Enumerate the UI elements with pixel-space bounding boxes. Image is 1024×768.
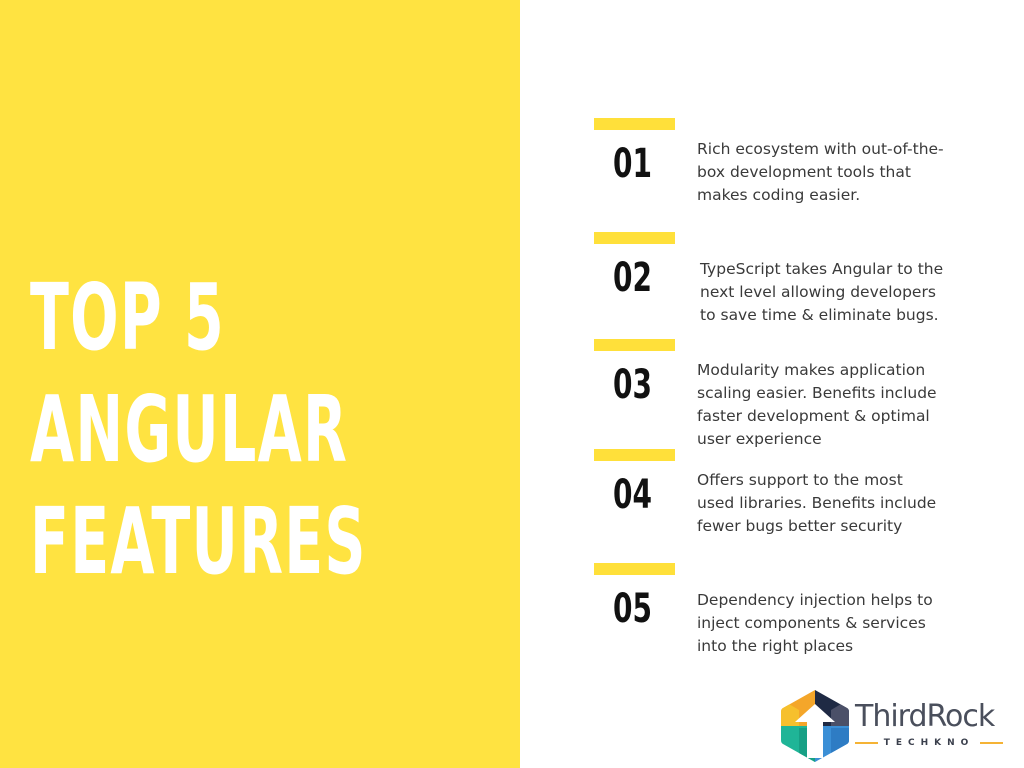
feature-description: Modularity makes application scaling eas… bbox=[697, 359, 957, 451]
feature-description: TypeScript takes Angular to the next lev… bbox=[700, 258, 960, 327]
feature-description-line: Modularity makes application bbox=[697, 361, 926, 379]
headline: TOP 5 ANGULAR FEATURES bbox=[30, 262, 367, 598]
headline-line-2: ANGULAR bbox=[30, 376, 349, 483]
logo-wordmark: ThirdRock bbox=[855, 699, 995, 734]
feature-description: Offers support to the most used librarie… bbox=[697, 469, 957, 538]
feature-description-line: box development tools that bbox=[697, 163, 911, 181]
feature-number: 02 bbox=[613, 255, 652, 301]
feature-description: Dependency injection helps to inject com… bbox=[697, 589, 957, 658]
headline-line-3: FEATURES bbox=[30, 488, 367, 595]
feature-description-line: Rich ecosystem with out-of-the- bbox=[697, 140, 944, 158]
feature-number: 04 bbox=[613, 472, 652, 518]
company-logo: ThirdRock TECHKNO bbox=[779, 688, 1009, 764]
feature-number: 01 bbox=[613, 141, 652, 187]
feature-description-line: Offers support to the most bbox=[697, 471, 903, 489]
feature-divider-bar bbox=[594, 339, 675, 351]
feature-description-line: into the right places bbox=[697, 637, 854, 655]
feature-number: 03 bbox=[613, 362, 652, 408]
logo-tagline-rule bbox=[855, 742, 878, 744]
feature-description-line: TypeScript takes Angular to the bbox=[700, 260, 944, 278]
feature-number: 05 bbox=[613, 586, 652, 632]
feature-description-line: user experience bbox=[697, 430, 822, 448]
feature-divider-bar bbox=[594, 232, 675, 244]
left-yellow-panel: TOP 5 ANGULAR FEATURES bbox=[0, 0, 520, 768]
feature-description-line: next level allowing developers bbox=[700, 283, 936, 301]
logo-tagline-rule bbox=[980, 742, 1003, 744]
feature-description-line: faster development & optimal bbox=[697, 407, 930, 425]
feature-divider-bar bbox=[594, 118, 675, 130]
feature-divider-bar bbox=[594, 449, 675, 461]
feature-description: Rich ecosystem with out-of-the- box deve… bbox=[697, 138, 957, 207]
logo-tagline: TECHKNO bbox=[883, 738, 975, 748]
hexagon-arrow-logo-icon bbox=[781, 690, 849, 762]
feature-description-line: scaling easier. Benefits include bbox=[697, 384, 937, 402]
feature-description-line: makes coding easier. bbox=[697, 186, 861, 204]
feature-description-line: to save time & eliminate bugs. bbox=[700, 306, 939, 324]
feature-description-line: used libraries. Benefits include bbox=[697, 494, 937, 512]
feature-description-line: fewer bugs better security bbox=[697, 517, 903, 535]
feature-description-line: inject components & services bbox=[697, 614, 926, 632]
logo-tagline-row: TECHKNO bbox=[855, 738, 1003, 748]
feature-description-line: Dependency injection helps to bbox=[697, 591, 933, 609]
headline-line-1: TOP 5 bbox=[30, 264, 225, 371]
feature-divider-bar bbox=[594, 563, 675, 575]
